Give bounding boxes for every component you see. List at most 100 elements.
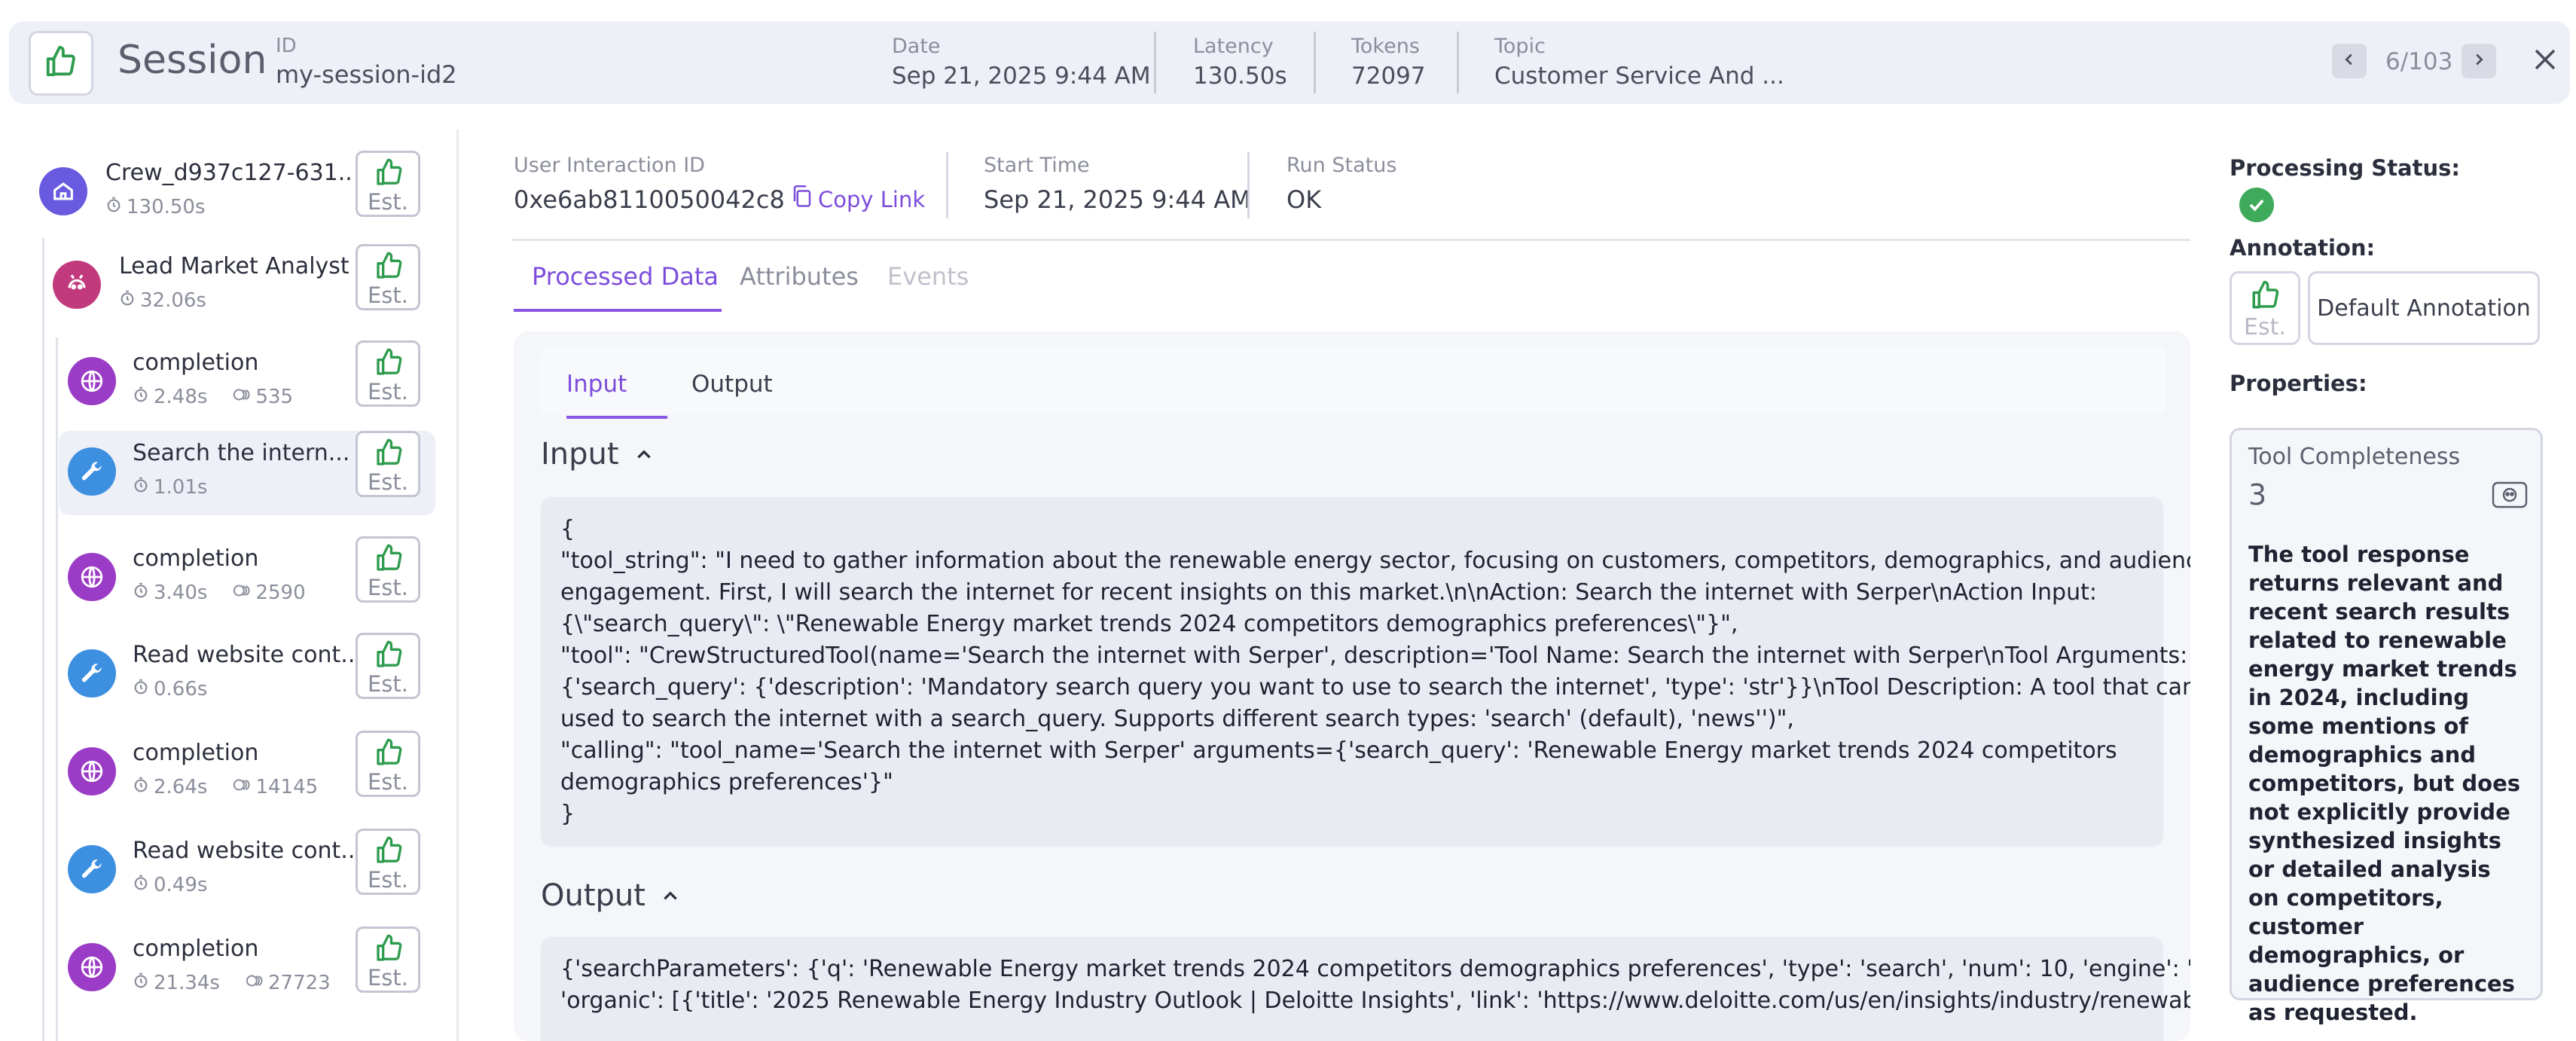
est-label: Est.	[367, 965, 409, 991]
interaction-id-value: 0xe6ab8110050042c8	[514, 185, 785, 214]
agent-icon	[53, 261, 101, 309]
thumbs-up-icon	[374, 347, 404, 380]
property-description: The tool response returns relevant and r…	[2248, 542, 2520, 1025]
stat-topic: Topic Customer Service And ...	[1494, 35, 1784, 90]
tree-item-name: Lead Market Analyst	[119, 253, 349, 279]
latency-value: 0.49s	[154, 874, 208, 896]
tree-item-meta: 32.06s	[119, 289, 206, 312]
code-line: engagement. First, I will search the int…	[560, 579, 2097, 606]
tree-item-meta: 1.01s	[133, 476, 207, 499]
subtab-output[interactable]: Output	[691, 371, 773, 398]
clock-icon	[133, 678, 149, 701]
tab-events[interactable]: Events	[887, 262, 969, 291]
est-feedback-button[interactable]: Est.	[356, 731, 420, 797]
code-line: {'searchParameters': {'q': 'Renewable En…	[560, 956, 2190, 982]
est-feedback-button[interactable]: Est.	[356, 633, 420, 699]
est-label: Est.	[367, 282, 409, 308]
est-feedback-button[interactable]: Est.	[356, 151, 420, 217]
tree-item[interactable]: Read website cont... 0.49s Est.	[59, 829, 435, 913]
chevron-left-icon	[2341, 51, 2358, 71]
tree-item[interactable]: completion 2.64s 14145 Est.	[59, 731, 435, 815]
start-time-label: Start Time	[984, 154, 1090, 177]
code-line: demographics preferences'}"	[560, 769, 893, 795]
stat-tokens: Tokens 72097	[1351, 35, 1426, 90]
output-section-toggle[interactable]: Output	[541, 878, 680, 913]
stat-divider	[1457, 32, 1459, 93]
tree-item[interactable]: Crew_d937c127-631... 130.50s Est.	[30, 151, 437, 235]
clock-icon	[133, 874, 149, 896]
latency-value: 1.01s	[154, 476, 208, 499]
est-feedback-button[interactable]: Est.	[356, 829, 420, 895]
stat-value: 72097	[1351, 63, 1426, 90]
chevron-up-icon	[634, 437, 654, 472]
stat-value: Customer Service And ...	[1494, 63, 1784, 90]
stat-label: Date	[892, 35, 941, 58]
est-feedback-button[interactable]: Est.	[356, 340, 420, 407]
wrench-icon	[68, 447, 116, 496]
clock-icon	[133, 776, 149, 798]
stat-latency: Latency 130.50s	[1193, 35, 1287, 90]
thumbs-up-icon	[44, 44, 78, 82]
tree-item-name: completion	[133, 740, 259, 766]
est-label: Est.	[367, 575, 409, 600]
session-id-label: ID	[276, 35, 297, 57]
close-button[interactable]	[2526, 42, 2564, 80]
chevron-up-icon	[661, 878, 680, 913]
tree-item-meta: 2.48s 535	[133, 386, 293, 408]
tree-item[interactable]: Lead Market Analyst 32.06s Est.	[30, 244, 437, 328]
ai-evaluator-icon[interactable]	[2491, 480, 2529, 510]
annotation-est-button[interactable]: Est.	[2230, 271, 2300, 345]
subtab-input[interactable]: Input	[566, 371, 627, 398]
est-feedback-button[interactable]: Est.	[356, 927, 420, 993]
thumbs-up-icon	[374, 543, 404, 576]
tree-item[interactable]: completion 2.48s 535 Est.	[59, 340, 435, 425]
tab-processed-data[interactable]: Processed Data	[532, 262, 719, 291]
session-feedback-button[interactable]	[29, 31, 93, 96]
io-subtabs: Input Output	[539, 346, 2166, 419]
tree-item-name: Read website cont...	[133, 838, 354, 864]
globe-icon	[68, 943, 116, 991]
est-feedback-button[interactable]: Est.	[356, 244, 420, 310]
clock-icon	[133, 972, 149, 994]
tab-attributes[interactable]: Attributes	[740, 262, 859, 291]
property-card: Tool Completeness 3 The tool response re…	[2230, 428, 2543, 1025]
stat-divider	[1314, 32, 1316, 93]
copy-link-button[interactable]: Copy Link	[791, 184, 925, 215]
output-code-block: {'searchParameters': {'q': 'Renewable En…	[541, 937, 2190, 1041]
code-line: "tool": "CrewStructuredTool(name='Search…	[560, 643, 2188, 669]
tree-connector	[56, 337, 58, 1041]
stat-value: 130.50s	[1193, 63, 1287, 90]
close-icon	[2532, 46, 2559, 76]
tokens-value: 14145	[255, 776, 319, 798]
tree-item-name: completion	[133, 936, 259, 962]
output-heading: Output	[541, 878, 646, 913]
processing-status-label: Processing Status:	[2230, 155, 2460, 181]
stat-label: Latency	[1193, 35, 1274, 58]
clock-icon	[105, 196, 122, 218]
default-annotation-button[interactable]: Default Annotation	[2308, 271, 2540, 345]
tree-item-name: completion	[133, 545, 259, 572]
est-label: Est.	[367, 769, 409, 795]
meta-divider	[1247, 152, 1250, 218]
properties-label: Properties:	[2230, 371, 2367, 396]
crew-icon	[39, 167, 87, 215]
property-score: 3	[2248, 478, 2267, 511]
tokens-icon	[233, 582, 251, 604]
tree-item[interactable]: completion 21.34s 27723 Est.	[59, 927, 435, 1011]
globe-icon	[68, 553, 116, 601]
est-feedback-button[interactable]: Est.	[356, 431, 420, 497]
next-session-button[interactable]	[2462, 44, 2496, 78]
annotation-label: Annotation:	[2230, 235, 2376, 261]
meta-divider	[946, 152, 948, 218]
tree-item[interactable]: Read website cont... 0.66s Est.	[59, 633, 435, 717]
panel-divider	[456, 130, 459, 1041]
est-label: Est.	[367, 189, 409, 215]
clock-icon	[119, 289, 136, 312]
tree-item-name: Crew_d937c127-631...	[105, 160, 354, 186]
est-feedback-button[interactable]: Est.	[356, 536, 420, 603]
prev-session-button[interactable]	[2332, 44, 2367, 78]
thumbs-up-icon	[374, 157, 404, 191]
tree-item[interactable]: Search the intern... 1.01s Est.	[59, 431, 435, 515]
tree-item[interactable]: completion 3.40s 2590 Est.	[59, 536, 435, 621]
input-section-toggle[interactable]: Input	[541, 437, 654, 472]
